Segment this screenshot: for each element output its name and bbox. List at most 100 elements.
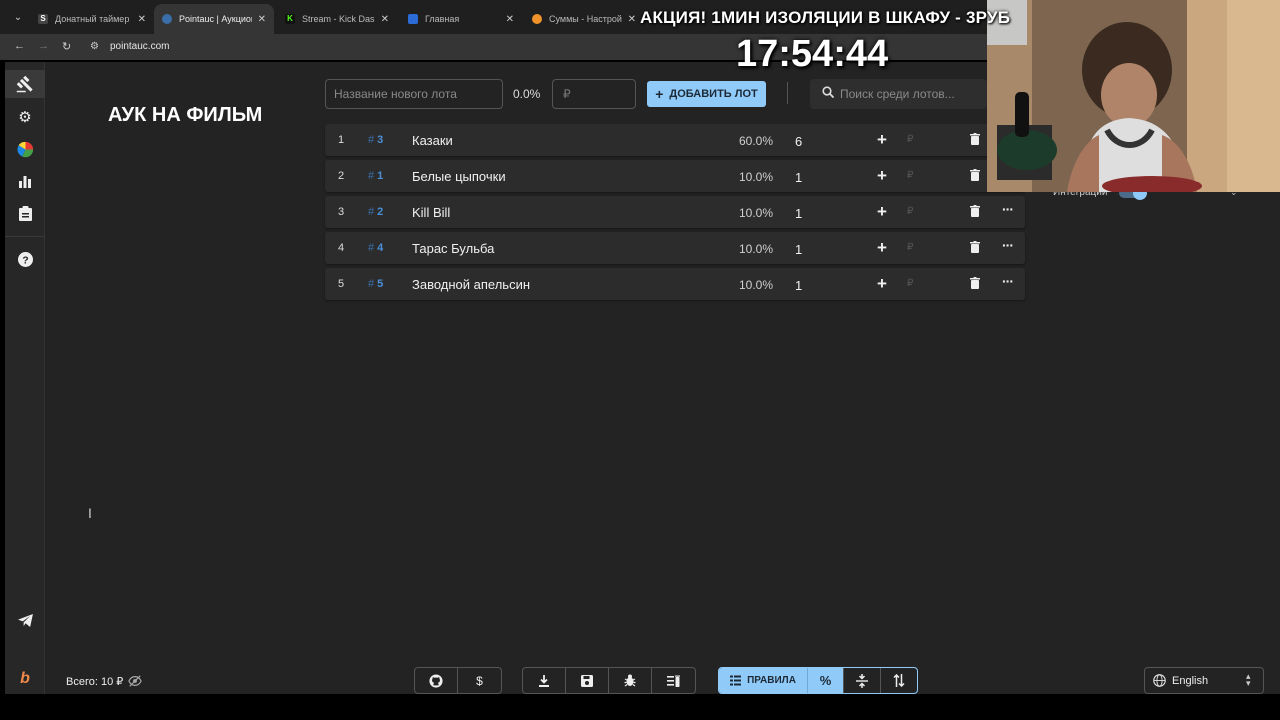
trash-icon[interactable]: [970, 169, 980, 181]
trash-icon[interactable]: [970, 241, 980, 253]
hash-icon: #: [368, 278, 375, 290]
lot-id-value: 5: [377, 278, 384, 290]
back-icon[interactable]: ←: [14, 40, 25, 52]
trash-icon[interactable]: [970, 133, 980, 145]
lot-name[interactable]: Казаки: [412, 133, 453, 148]
brand-icon[interactable]: b: [5, 665, 45, 693]
clear-list-icon[interactable]: [652, 668, 695, 693]
github-icon[interactable]: [415, 668, 458, 693]
lot-id-value: 1: [377, 170, 384, 182]
browser-tab-active[interactable]: Pointauc | Аукцион д ✕: [154, 4, 274, 34]
hash-icon: #: [368, 242, 375, 254]
compact-view-icon[interactable]: [843, 668, 880, 693]
tab-favicon-icon: S: [38, 14, 48, 24]
help-icon[interactable]: ?: [5, 245, 45, 273]
download-icon[interactable]: [523, 668, 566, 693]
app-right-area: [987, 192, 1280, 694]
lot-amount-currency[interactable]: ₽: [907, 134, 913, 145]
eye-off-icon[interactable]: [128, 674, 142, 688]
language-select[interactable]: English ▴ ▾: [1144, 667, 1264, 694]
lot-name[interactable]: Заводной апельсин: [412, 277, 530, 292]
trash-icon[interactable]: [970, 277, 980, 289]
clipboard-icon[interactable]: [5, 199, 45, 227]
search-lots-input[interactable]: [840, 84, 980, 104]
globe-icon: [1153, 674, 1166, 690]
trash-icon[interactable]: [970, 205, 980, 217]
url-text[interactable]: pointauc.com: [110, 41, 169, 52]
add-lot-button[interactable]: + ДОБАВИТЬ ЛОТ: [647, 81, 766, 107]
lot-name[interactable]: Kill Bill: [412, 205, 450, 220]
total-amount: Всего: 10 ₽: [66, 676, 124, 688]
new-lot-percent: 0.0%: [513, 87, 541, 101]
close-icon[interactable]: ✕: [381, 14, 389, 25]
hash-icon: #: [368, 206, 375, 218]
browser-tab[interactable]: Суммы - Настройки ✕: [524, 4, 644, 34]
gear-icon[interactable]: ⚙: [5, 103, 45, 131]
lot-row: 4 #4 Тарас Бульба 10.0% 1 + ₽ ···: [325, 232, 1025, 264]
lot-row: 3 #2 Kill Bill 10.0% 1 + ₽ ···: [325, 196, 1025, 228]
lot-amount-currency[interactable]: ₽: [907, 170, 913, 181]
lot-amount[interactable]: 6: [795, 134, 802, 149]
add-amount-icon[interactable]: +: [877, 238, 887, 258]
lot-id: #1: [368, 170, 383, 182]
lot-name[interactable]: Тарас Бульба: [412, 241, 494, 256]
lot-id-value: 3: [377, 134, 384, 146]
add-amount-icon[interactable]: +: [877, 130, 887, 150]
tab-label: Pointauc | Аукцион д: [179, 14, 252, 24]
stream-promo-text: АКЦИЯ! 1МИН ИЗОЛЯЦИИ В ШКАФУ - 3РУБ: [640, 8, 1011, 27]
bar-chart-icon[interactable]: [5, 167, 45, 195]
svg-text:?: ?: [22, 255, 28, 266]
bug-icon[interactable]: [609, 668, 652, 693]
lot-amount[interactable]: 1: [795, 206, 802, 221]
close-icon[interactable]: ✕: [138, 14, 146, 25]
new-lot-amount-input[interactable]: [552, 79, 636, 109]
save-icon[interactable]: [566, 668, 609, 693]
plus-icon: +: [655, 86, 664, 102]
add-amount-icon[interactable]: +: [877, 202, 887, 222]
percent-toggle-button[interactable]: %: [807, 668, 843, 693]
lot-index: 5: [338, 278, 345, 290]
lot-percent: 10.0%: [739, 170, 774, 184]
tab-label: Суммы - Настройки: [549, 14, 622, 24]
webcam-overlay: [987, 0, 1280, 192]
search-icon: [822, 86, 835, 101]
lot-amount[interactable]: 1: [795, 278, 802, 293]
gavel-icon[interactable]: [5, 70, 45, 98]
lot-name[interactable]: Белые цыпочки: [412, 169, 506, 184]
lot-amount-currency[interactable]: ₽: [907, 242, 913, 253]
site-settings-icon[interactable]: ⚙: [90, 41, 99, 52]
more-icon[interactable]: ···: [1002, 201, 1014, 217]
lot-amount[interactable]: 1: [795, 170, 802, 185]
lot-amount-currency[interactable]: ₽: [907, 278, 913, 289]
tab-favicon-icon: [532, 14, 542, 24]
close-icon[interactable]: ✕: [258, 14, 266, 25]
lot-id-value: 2: [377, 206, 384, 218]
rules-button[interactable]: ПРАВИЛА: [719, 668, 807, 693]
telegram-icon[interactable]: [5, 606, 45, 634]
lot-row: 2 #1 Белые цыпочки 10.0% 1 + ₽ ···: [325, 160, 1025, 192]
pie-chart-icon[interactable]: [5, 135, 45, 163]
sort-icon[interactable]: [880, 668, 917, 693]
forward-icon[interactable]: →: [38, 40, 49, 52]
browser-tab[interactable]: Главная ✕: [400, 4, 522, 34]
lot-amount[interactable]: 1: [795, 242, 802, 257]
text-cursor-icon: I: [88, 505, 92, 521]
reload-icon[interactable]: ↻: [62, 40, 71, 53]
new-lot-name-input[interactable]: [325, 79, 503, 109]
tab-label: Донатный таймер (н: [55, 14, 132, 24]
browser-tab[interactable]: K Stream - Kick Dashbo ✕: [277, 4, 397, 34]
close-icon[interactable]: ✕: [628, 14, 636, 25]
auction-title[interactable]: АУК НА ФИЛЬМ: [108, 104, 262, 127]
lot-amount-currency[interactable]: ₽: [907, 206, 913, 217]
lot-id: #2: [368, 206, 383, 218]
add-amount-icon[interactable]: +: [877, 166, 887, 186]
toolbar-divider: [787, 82, 788, 104]
tab-search-chevron-icon[interactable]: ⌄: [10, 10, 26, 26]
close-icon[interactable]: ✕: [506, 14, 514, 25]
dollar-icon[interactable]: $: [458, 668, 501, 693]
add-amount-icon[interactable]: +: [877, 274, 887, 294]
more-icon[interactable]: ···: [1002, 273, 1014, 289]
browser-tab[interactable]: S Донатный таймер (н ✕: [30, 4, 154, 34]
more-icon[interactable]: ···: [1002, 237, 1014, 253]
file-button-group: [522, 667, 696, 694]
